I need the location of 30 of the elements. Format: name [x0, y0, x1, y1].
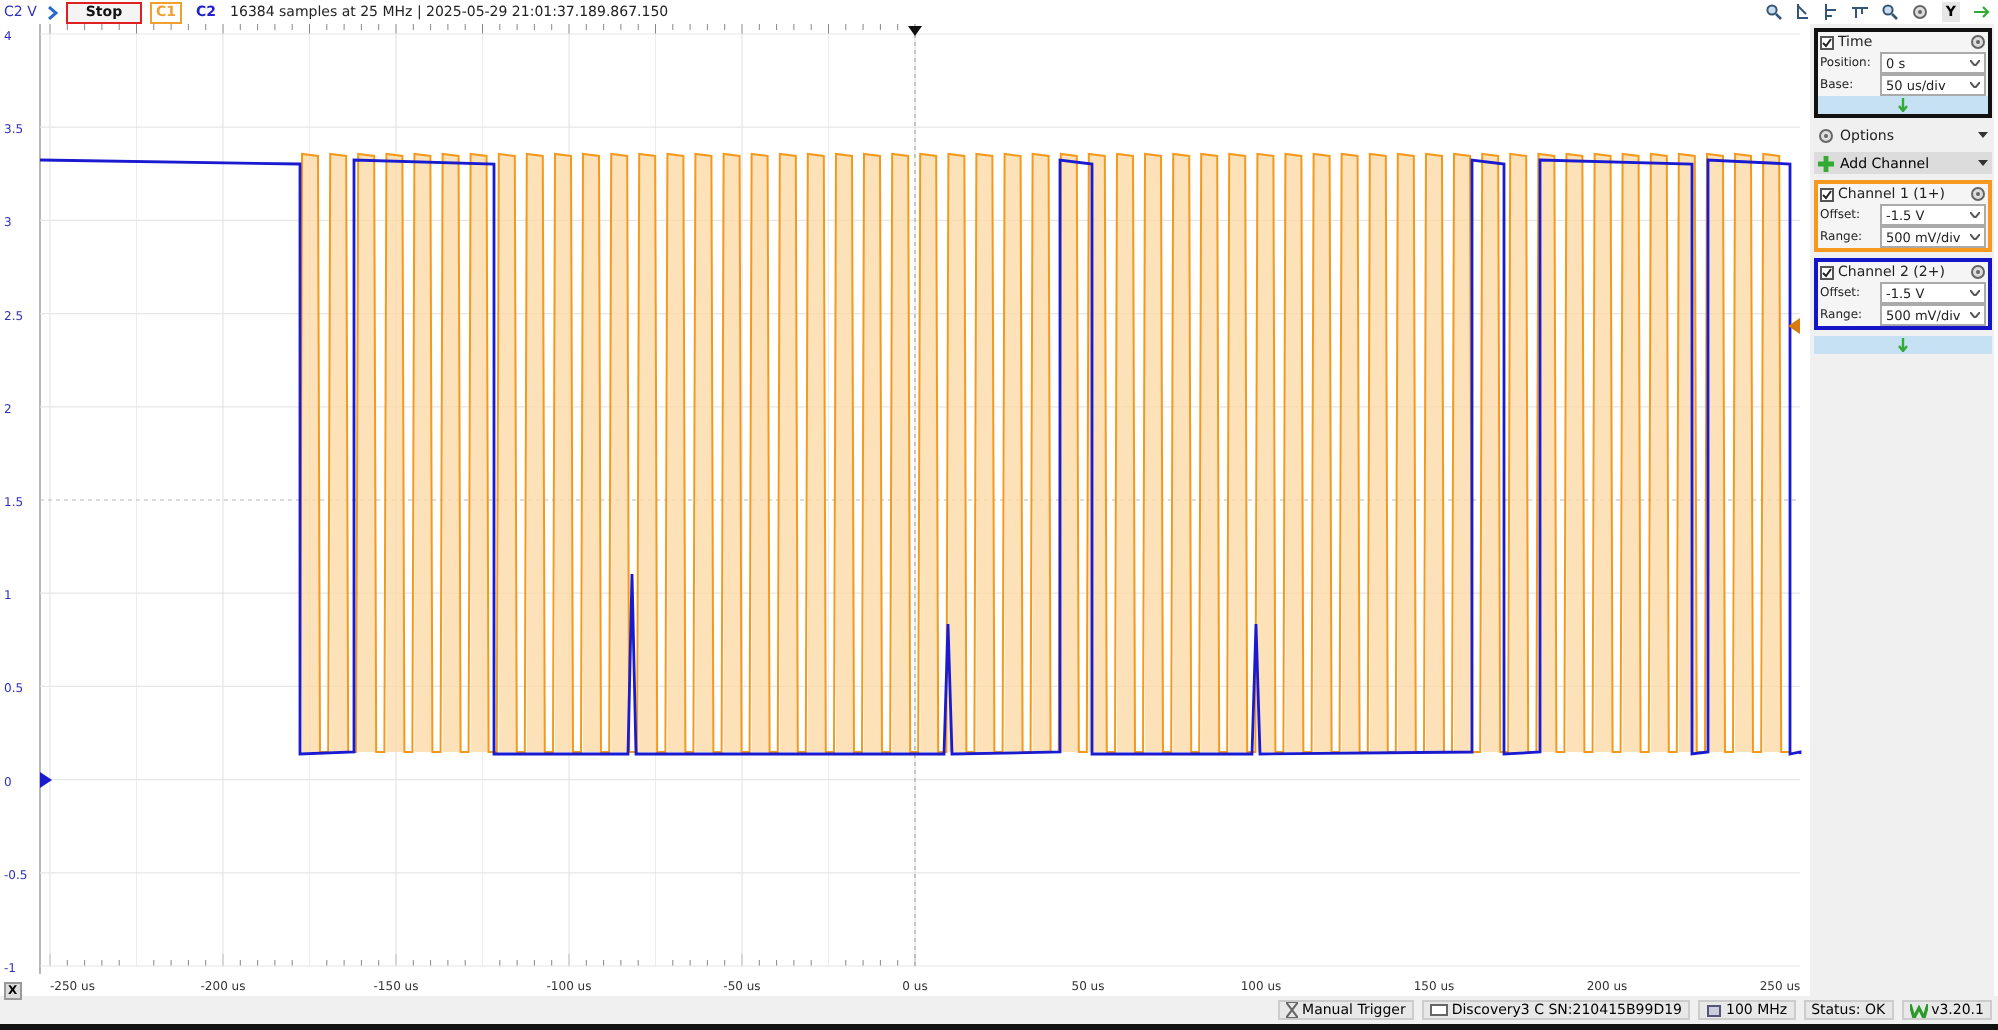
chevron-icon[interactable] [48, 5, 58, 19]
chevron-down-icon [1970, 290, 1980, 296]
gear-icon[interactable] [1970, 186, 1986, 202]
align-left-icon[interactable] [1823, 4, 1838, 20]
chevron-down-icon [1970, 312, 1980, 318]
chevron-down-icon [1970, 212, 1980, 218]
logo-icon [1909, 1003, 1928, 1017]
checkbox[interactable] [1820, 35, 1834, 49]
gear-icon[interactable] [1970, 264, 1986, 280]
gear-icon[interactable] [1818, 127, 1834, 143]
caret-icon [1978, 160, 1988, 166]
align-top-icon[interactable] [1851, 5, 1868, 19]
cursor-icon[interactable] [1795, 4, 1810, 20]
arrow-right-icon[interactable] [1974, 6, 1990, 18]
gear-icon[interactable] [1911, 4, 1928, 20]
caret-icon[interactable] [1978, 132, 1988, 138]
chip-icon [1706, 1003, 1722, 1017]
chevron-down-icon [1970, 60, 1980, 66]
zoom-icon[interactable] [1765, 4, 1782, 20]
hourglass-icon [1286, 1002, 1299, 1018]
offset-marker-icon[interactable] [40, 772, 52, 788]
checkbox[interactable] [1820, 187, 1834, 201]
trigger-level-icon[interactable] [1788, 318, 1800, 334]
chevron-down-icon [1970, 82, 1980, 88]
device-icon [1429, 1004, 1448, 1016]
chevron-down-icon [1970, 234, 1980, 240]
gear-icon[interactable] [1970, 34, 1986, 50]
zoom-icon[interactable] [1881, 4, 1898, 20]
plus-icon [1818, 155, 1834, 171]
checkbox[interactable] [1820, 265, 1834, 279]
